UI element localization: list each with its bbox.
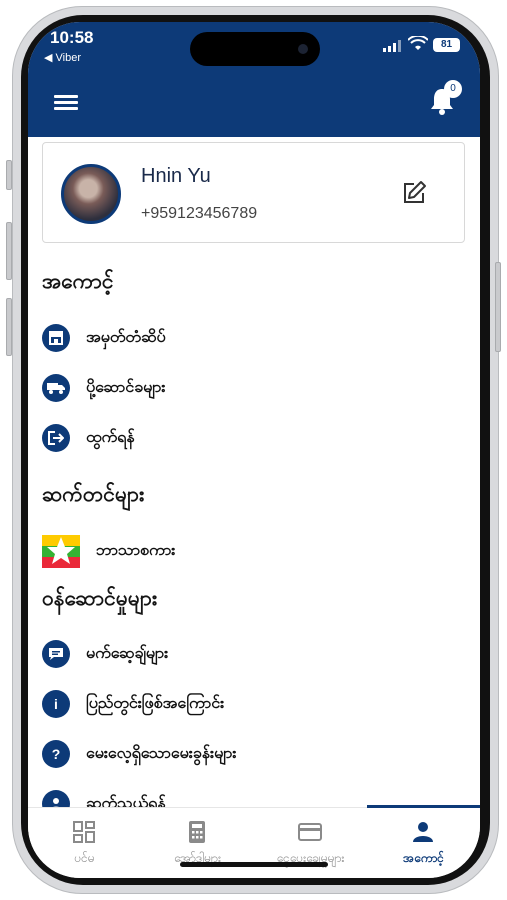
menu-item-about[interactable]: i ပြည်တွင်းဖြစ်အကြောင်း — [42, 689, 224, 719]
bottom-navigation: ပင်မ အော်ဒါများ ငွေပေးချေမှုများ အကောင့် — [28, 805, 480, 878]
logout-icon — [42, 424, 70, 452]
calculator-icon — [189, 821, 205, 843]
section-title-account: အကောင့် — [42, 269, 114, 293]
menu-item-brand[interactable]: အမှတ်တံဆိပ် — [42, 323, 166, 353]
menu-item-label: အမှတ်တံဆိပ် — [86, 327, 166, 346]
back-to-app-link[interactable]: ◀ Viber — [44, 51, 81, 64]
section-title-settings: ဆက်တင်များ — [42, 482, 145, 506]
tab-label: အကောင့် — [403, 851, 444, 865]
menu-item-delivery-fees[interactable]: ပို့ဆောင်ခများ — [42, 373, 165, 403]
store-icon — [42, 324, 70, 352]
menu-item-logout[interactable]: ထွက်ရန် — [42, 423, 135, 453]
dynamic-island — [190, 32, 320, 66]
volume-down-button — [6, 298, 12, 356]
menu-item-label: ပြည်တွင်းဖြစ်အကြောင်း — [86, 693, 225, 712]
tab-label: ပင်မ — [74, 851, 95, 865]
message-icon — [42, 640, 70, 668]
notification-badge: 0 — [444, 80, 462, 98]
edit-pencil-icon[interactable] — [400, 179, 428, 207]
avatar — [61, 164, 121, 224]
menu-item-label: မေးလေ့ရှိသောမေးခွန်းများ — [86, 743, 237, 762]
top-app-bar: 10:58 ◀ Viber 81 0 — [28, 22, 480, 137]
tab-home[interactable]: ပင်မ — [28, 808, 141, 878]
cellular-signal-icon — [383, 40, 401, 52]
info-icon: i — [42, 690, 70, 718]
menu-item-label: ပို့ဆောင်ခများ — [86, 377, 166, 396]
myanmar-flag-icon — [42, 534, 80, 568]
card-icon — [298, 823, 322, 841]
silent-switch — [6, 160, 12, 190]
profile-card[interactable]: Hnin Yu +959123456789 — [42, 142, 465, 243]
active-tab-indicator — [367, 805, 480, 808]
power-button — [495, 262, 501, 352]
home-indicator[interactable] — [180, 862, 328, 867]
menu-item-label: မက်ဆေ့ချ်များ — [86, 643, 169, 662]
profile-phone: +959123456789 — [141, 205, 258, 222]
menu-item-faq[interactable]: ? မေးလေ့ရှိသောမေးခွန်းများ — [42, 739, 236, 769]
hamburger-icon[interactable] — [54, 92, 78, 112]
truck-icon — [42, 374, 70, 402]
app-screen: 10:58 ◀ Viber 81 0 Hnin Yu +959123456789 — [28, 22, 480, 878]
profile-name: Hnin Yu — [141, 165, 211, 187]
wifi-icon — [408, 36, 428, 50]
section-title-services: ဝန်ဆောင်မှုများ — [42, 586, 158, 610]
menu-item-label: ဘာသာစကား — [96, 540, 176, 559]
battery-indicator: 81 — [433, 38, 460, 52]
volume-up-button — [6, 222, 12, 280]
tab-orders[interactable]: အော်ဒါများ — [141, 808, 254, 878]
person-icon — [413, 822, 433, 842]
camera-icon — [298, 44, 308, 54]
tab-account[interactable]: အကောင့် — [367, 805, 480, 878]
menu-item-language[interactable]: ဘာသာစကား — [42, 534, 175, 568]
tab-payments[interactable]: ငွေပေးချေမှုများ — [254, 808, 367, 878]
menu-item-messages[interactable]: မက်ဆေ့ချ်များ — [42, 639, 168, 669]
question-icon: ? — [42, 740, 70, 768]
grid-icon — [73, 821, 95, 843]
status-bar: 10:58 ◀ Viber 81 — [28, 22, 480, 74]
menu-item-label: ထွက်ရန် — [86, 427, 135, 446]
status-time: 10:58 — [50, 28, 94, 47]
